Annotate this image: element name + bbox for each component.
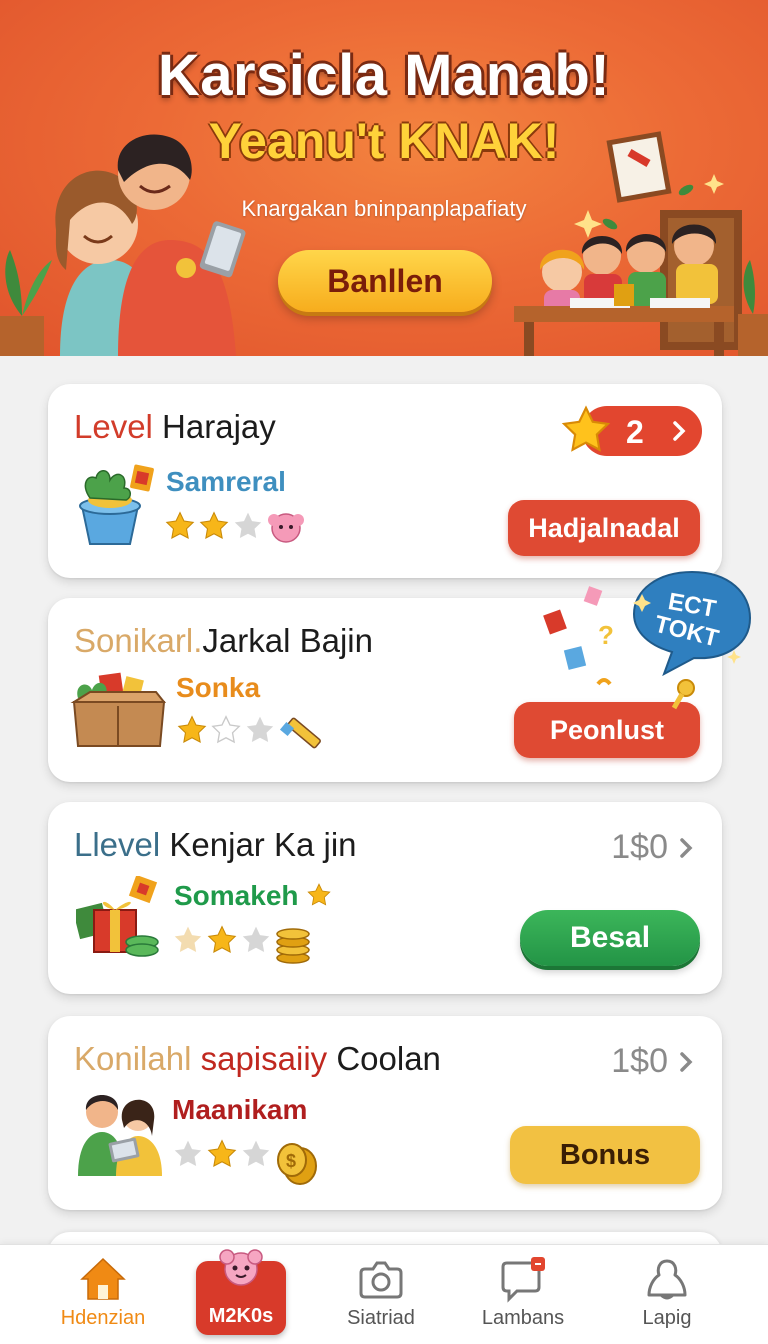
star-icon: [561, 405, 611, 452]
mascot-icon: [268, 513, 304, 543]
nav-label: Hdenzian: [60, 1307, 146, 1329]
level-card-1[interactable]: Level Harajay 2 Samreral Hadjalnadal: [48, 384, 722, 578]
chevron-right-icon: [680, 837, 693, 858]
star-filled-icon: [207, 925, 237, 953]
chevron-right-icon: [673, 421, 686, 441]
coins-icon: [276, 928, 310, 964]
nav-label: M2K0s: [208, 1305, 274, 1327]
level-badge[interactable]: 2: [561, 405, 702, 456]
star-rating: [176, 714, 324, 754]
star-rating: $: [172, 1138, 320, 1186]
card-title-rest: Coolan: [327, 1040, 441, 1077]
card-title-highlight: Konilahl: [74, 1040, 192, 1077]
coin-icon: $: [277, 1143, 317, 1185]
speech-bubble-badge[interactable]: ECT TOKT: [630, 566, 754, 676]
chat-icon: [501, 1257, 545, 1303]
card-title-colored: sapisaiiy: [191, 1040, 328, 1077]
star-empty-icon: [211, 715, 241, 744]
box-icon: [70, 672, 167, 747]
bottom-nav: Hdenzian M2K0s Siatriad Lambans Lapig: [0, 1244, 768, 1344]
pencil-icon: [279, 717, 321, 749]
card-title-highlight: Sonikarl.: [74, 622, 203, 659]
nav-item-bell[interactable]: Lapig: [602, 1245, 732, 1344]
level-card-4[interactable]: Konilahl sapisaiiy Coolan 1$0 Maanikam $…: [48, 1016, 722, 1210]
nav-item-mascot[interactable]: M2K0s: [196, 1249, 286, 1335]
svg-text:$: $: [286, 1151, 296, 1171]
mascot-icon: [219, 1249, 263, 1286]
hero-banner: Karsicla Manab! Yeanu't KNAK! Knargakan …: [0, 0, 768, 356]
hero-title: Karsicla Manab!: [157, 43, 611, 108]
star-filled-icon: [207, 1139, 237, 1167]
kids-icon: [78, 1095, 162, 1176]
gift-icon: [76, 876, 159, 957]
price-link[interactable]: 1$0: [611, 1042, 694, 1081]
star-icon: [307, 883, 331, 906]
star-filled-icon: [165, 511, 195, 539]
nav-item-home[interactable]: Hdenzian: [38, 1245, 168, 1344]
price-value: 1$0: [611, 1042, 668, 1080]
card-action-button[interactable]: Besal: [520, 910, 700, 966]
home-icon: [80, 1257, 126, 1300]
card-action-button[interactable]: Hadjalnadal: [508, 500, 700, 556]
bell-icon: [647, 1259, 687, 1300]
star-empty-icon: [246, 716, 274, 742]
star-rating: [172, 924, 312, 964]
card-title-rest: Jarkal Bajin: [202, 622, 373, 659]
star-empty-icon: [174, 1140, 202, 1166]
card-title: Konilahl sapisaiiy Coolan: [74, 1040, 441, 1078]
card-title-rest: Harajay: [152, 408, 276, 445]
nav-item-chat[interactable]: Lambans: [458, 1245, 588, 1344]
hero-subtitle: Yeanu't KNAK!: [208, 113, 560, 169]
star-empty-icon: [242, 1140, 270, 1166]
camera-icon: [359, 1261, 403, 1299]
card-title: Level Harajay: [74, 408, 276, 446]
card-action-button[interactable]: Bonus: [510, 1126, 700, 1184]
card-subtitle: Sonka: [176, 672, 261, 703]
nav-label: Siatriad: [347, 1307, 415, 1329]
star-filled-icon: [199, 511, 229, 539]
level-card-3[interactable]: Llevel Kenjar Ka jin 1$0 Somakeh Besal: [48, 802, 722, 994]
card-subtitle: Maanikam: [172, 1094, 308, 1125]
star-empty-icon: [234, 512, 262, 538]
key-icon: [671, 679, 695, 710]
badge-value: 2: [626, 414, 644, 450]
card-title: Sonikarl.Jarkal Bajin: [74, 622, 373, 660]
plant-pot-icon: [79, 464, 154, 545]
svg-text:?: ?: [598, 620, 614, 650]
star-empty-icon: [242, 926, 270, 952]
card-title: Llevel Kenjar Ka jin: [74, 826, 357, 864]
star-faded-icon: [174, 926, 202, 952]
card-subtitle: Samreral: [166, 466, 286, 497]
nav-item-camera[interactable]: Siatriad: [316, 1245, 446, 1344]
price-link[interactable]: 1$0: [611, 828, 694, 867]
card-subtitle-text: Somakeh: [174, 880, 299, 911]
card-title-highlight: Llevel: [74, 826, 161, 863]
chevron-right-icon: [680, 1051, 693, 1072]
star-filled-icon: [177, 715, 207, 743]
hero-tagline: Knargakan bninpanplapafiaty: [241, 196, 527, 221]
card-title-rest: Kenjar Ka jin: [160, 826, 357, 863]
nav-label: Lapig: [642, 1307, 692, 1329]
price-value: 1$0: [611, 828, 668, 866]
confetti-decoration: ?: [543, 586, 614, 686]
star-rating: [164, 510, 306, 546]
nav-label: Lambans: [481, 1307, 565, 1329]
card-subtitle: Somakeh: [174, 880, 332, 912]
hero-cta-button[interactable]: Banllen: [278, 250, 492, 312]
card-title-highlight: Level: [74, 408, 153, 445]
